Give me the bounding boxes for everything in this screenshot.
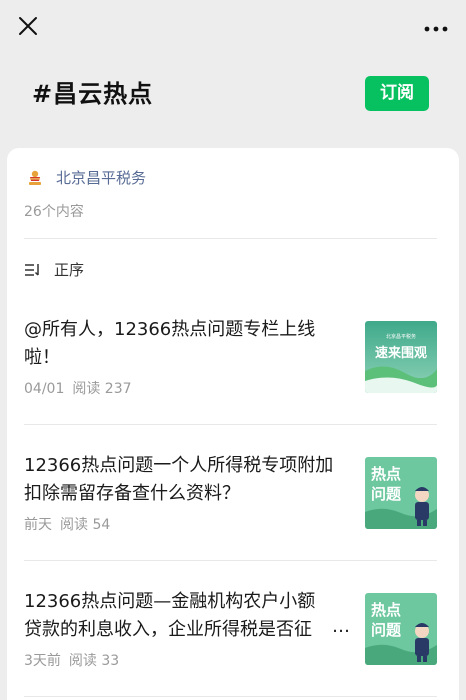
thumb-text: 问题: [371, 621, 402, 639]
article-title: 12366热点问题—金融机构农户小额贷款的利息收入，企业所得税是否征: [24, 591, 316, 640]
title-ellipsis: …: [332, 616, 350, 637]
sort-order-icon: [25, 263, 39, 276]
page-title: #昌云热点: [32, 80, 154, 108]
article-reads: 阅读 54: [60, 517, 111, 533]
article-thumbnail: 热点 问题: [365, 457, 437, 529]
more-button[interactable]: [422, 20, 450, 32]
article-item[interactable]: 12366热点问题—金融机构农户小额贷款的利息收入，企业所得税是否征 … 3天前…: [24, 588, 437, 698]
thumb-small-text: 北京昌平税务: [386, 333, 416, 340]
content-count: 26个内容: [24, 204, 84, 220]
more-icon: [424, 26, 448, 32]
close-button[interactable]: [14, 12, 42, 40]
thumb-text: 速来围观: [375, 345, 427, 361]
article-reads: 阅读 33: [68, 653, 120, 669]
article-meta: 04/01 阅读 237: [24, 378, 132, 398]
sort-toggle[interactable]: 正序: [24, 259, 84, 280]
article-thumbnail: 热点 问题: [365, 593, 437, 665]
article-date: 3天前: [24, 653, 61, 669]
content-card: 北京昌平税务 26个内容 正序 @所有人，12366热点问题专栏上线啦！ 04/…: [7, 148, 459, 700]
article-date: 前天: [24, 517, 52, 533]
account-link[interactable]: 北京昌平税务: [26, 167, 146, 188]
divider: [24, 424, 437, 425]
subscribe-button[interactable]: 订阅: [365, 76, 429, 111]
close-icon: [19, 17, 37, 35]
thumb-text: 热点: [371, 601, 401, 619]
article-thumbnail: 北京昌平税务 速来围观: [365, 321, 437, 393]
account-name: 北京昌平税务: [56, 169, 147, 187]
sort-label: 正序: [54, 261, 85, 279]
article-item[interactable]: 12366热点问题一个人所得税专项附加扣除需留存备查什么资料？ 前天 阅读 54 …: [24, 452, 437, 562]
divider: [24, 238, 437, 239]
divider: [24, 560, 437, 561]
thumb-text: 问题: [371, 485, 402, 503]
account-logo-icon: [29, 170, 41, 185]
article-item[interactable]: @所有人，12366热点问题专栏上线啦！ 04/01 阅读 237 北京昌平税务 …: [24, 316, 437, 426]
top-bar: [0, 0, 466, 52]
article-title: @所有人，12366热点问题专栏上线啦！: [24, 319, 316, 368]
article-meta: 前天 阅读 54: [24, 514, 110, 534]
article-date: 04/01: [24, 381, 65, 397]
divider: [24, 696, 437, 697]
article-title: 12366热点问题一个人所得税专项附加扣除需留存备查什么资料？: [24, 455, 334, 504]
article-meta: 3天前 阅读 33: [24, 650, 119, 670]
thumb-text: 热点: [371, 465, 401, 483]
article-reads: 阅读 237: [72, 381, 132, 397]
